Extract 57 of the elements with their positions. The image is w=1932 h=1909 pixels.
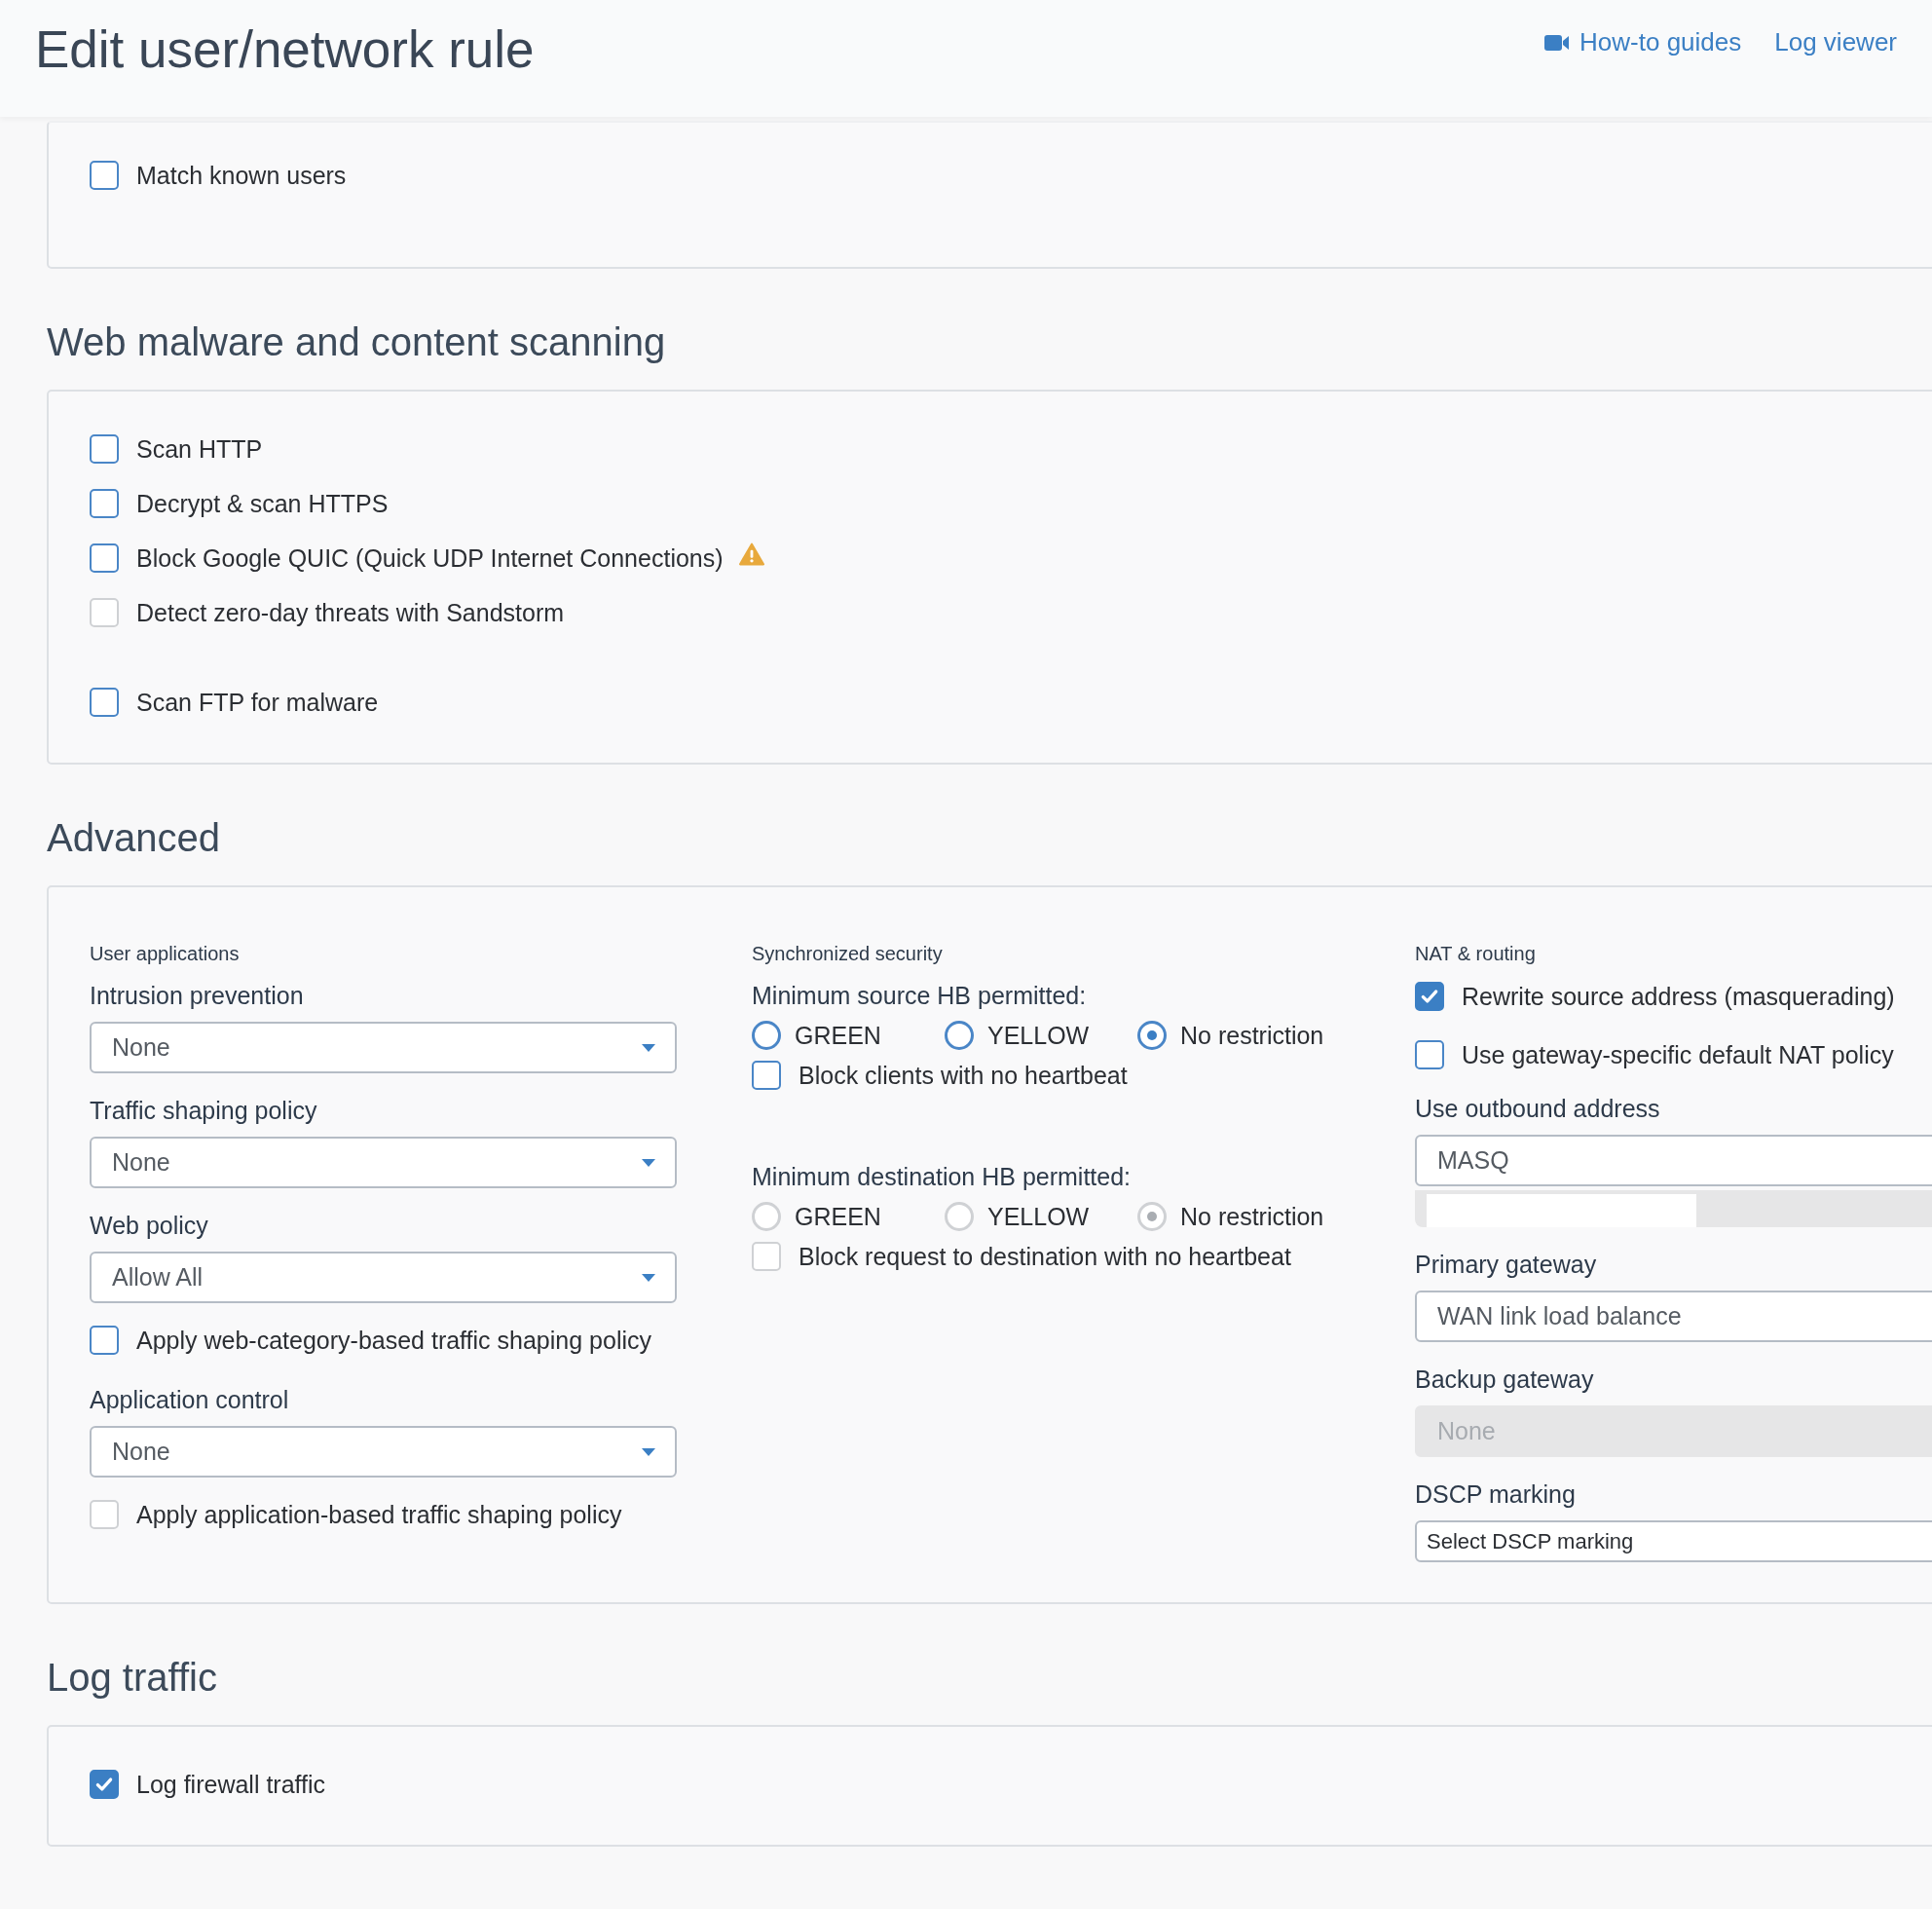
- field-label: Intrusion prevention: [90, 981, 305, 1011]
- input-field[interactable]: Select DSCP marking: [1415, 1520, 1932, 1562]
- field-label: Application control: [90, 1385, 290, 1415]
- how-to-guides-link[interactable]: How-to guides: [1579, 27, 1742, 57]
- checkbox-label[interactable]: Scan HTTP: [136, 434, 263, 464]
- dropdown[interactable]: None: [90, 1426, 677, 1478]
- checkbox-label[interactable]: Rewrite source address (masquerading): [1462, 982, 1895, 1011]
- caret-icon: [642, 1158, 655, 1167]
- caret-icon: [642, 1043, 655, 1052]
- group-heading: Synchronized security: [752, 942, 944, 966]
- field-label: DSCP marking: [1415, 1479, 1577, 1510]
- caret-icon: [642, 1447, 655, 1456]
- checkbox-label[interactable]: Decrypt & scan HTTPS: [136, 489, 389, 518]
- checkbox[interactable]: [90, 161, 119, 190]
- caret-icon: [642, 1273, 655, 1282]
- field-label: Traffic shaping policy: [90, 1096, 318, 1126]
- checkbox[interactable]: [90, 688, 119, 717]
- radio-label[interactable]: No restriction: [1180, 1021, 1324, 1050]
- checkbox-label[interactable]: Log firewall traffic: [136, 1770, 326, 1799]
- checkbox[interactable]: [90, 489, 119, 518]
- radio-button[interactable]: [752, 1021, 781, 1050]
- section-heading: Web malware and content scanning: [47, 319, 667, 365]
- checkbox-label[interactable]: Block Google QUIC (Quick UDP Internet Connections): [136, 543, 724, 573]
- checkbox[interactable]: [1415, 982, 1444, 1011]
- checkbox[interactable]: [90, 1770, 119, 1799]
- field-label: Backup gateway: [1415, 1365, 1595, 1395]
- dropdown[interactable]: Allow All: [90, 1252, 677, 1303]
- radio-button[interactable]: [945, 1021, 974, 1050]
- video-camera-icon: [1544, 33, 1571, 52]
- page-title: Edit user/network rule: [35, 19, 535, 79]
- checkbox[interactable]: [90, 434, 119, 464]
- checkbox-label[interactable]: Apply web-category-based traffic shaping policy: [136, 1326, 651, 1355]
- field-label: Minimum destination HB permitted:: [752, 1162, 1133, 1192]
- log-viewer-link[interactable]: Log viewer: [1774, 27, 1897, 57]
- checkbox[interactable]: [90, 1326, 119, 1355]
- field-label: Minimum source HB permitted:: [752, 981, 1088, 1011]
- input-field[interactable]: WAN link load balance: [1415, 1291, 1932, 1342]
- checkbox-label[interactable]: Match known users: [136, 161, 347, 190]
- field-label: Use outbound address: [1415, 1094, 1661, 1124]
- radio-label[interactable]: GREEN: [795, 1021, 881, 1050]
- checkbox-label[interactable]: Block clients with no heartbeat: [799, 1061, 1128, 1090]
- checkbox[interactable]: [1415, 1040, 1444, 1069]
- field-label: Web policy: [90, 1211, 209, 1241]
- group-heading: NAT & routing: [1415, 942, 1537, 966]
- section-heading: Log traffic: [47, 1655, 218, 1701]
- checkbox-label[interactable]: Scan FTP for malware: [136, 688, 379, 717]
- radio-label[interactable]: YELLOW: [987, 1021, 1090, 1050]
- checkbox[interactable]: [90, 543, 119, 573]
- dropdown[interactable]: None: [90, 1137, 677, 1188]
- field-label: Primary gateway: [1415, 1250, 1598, 1280]
- dropdown[interactable]: None: [90, 1022, 677, 1073]
- section-heading: Advanced: [47, 815, 221, 861]
- group-heading: User applications: [90, 942, 241, 966]
- radio-button[interactable]: [1137, 1021, 1167, 1050]
- checkbox-label[interactable]: Use gateway-specific default NAT policy: [1462, 1040, 1894, 1069]
- checkbox[interactable]: [752, 1061, 781, 1090]
- input-field[interactable]: MASQ: [1415, 1135, 1932, 1186]
